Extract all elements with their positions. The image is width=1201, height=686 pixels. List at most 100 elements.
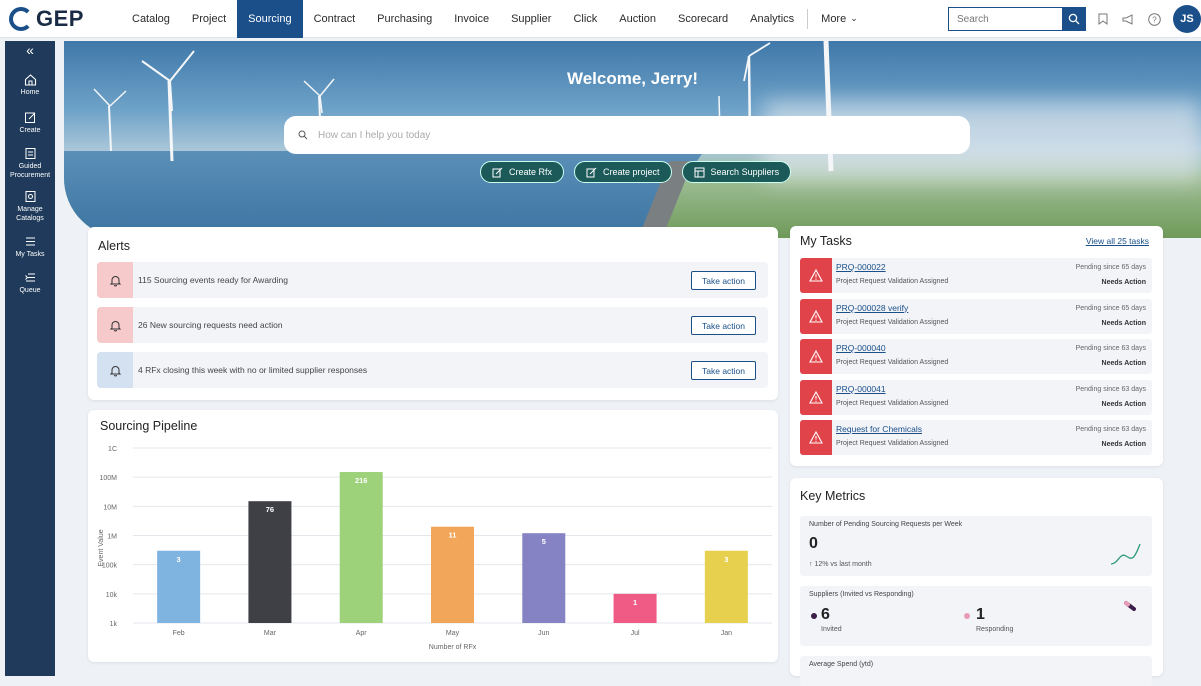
task-pending: Pending since 63 days bbox=[1075, 426, 1146, 433]
supplier-donut-icon bbox=[1124, 601, 1136, 611]
sidebar-item-manage-catalogs[interactable]: Manage Catalogs bbox=[5, 190, 55, 223]
create-rfx-button[interactable]: Create Rfx bbox=[480, 161, 565, 183]
assistant-placeholder: How can I help you today bbox=[318, 129, 431, 141]
metric-label: Number of Pending Sourcing Requests per … bbox=[809, 521, 963, 528]
bar-value-label: 5 bbox=[542, 537, 546, 546]
task-subtitle: Project Request Validation Assigned bbox=[836, 318, 949, 326]
alert-icon-box bbox=[97, 262, 133, 298]
metric-label: Suppliers (Invited vs Responding) bbox=[809, 591, 914, 598]
alert-text: 4 RFx closing this week with no or limit… bbox=[138, 365, 368, 375]
sidebar-item-label: Home bbox=[20, 89, 40, 96]
nav-item-contract[interactable]: Contract bbox=[303, 0, 367, 38]
task-link[interactable]: PRQ-000028 verify bbox=[836, 303, 908, 313]
task-status: Needs Action bbox=[1101, 319, 1146, 327]
queue-icon bbox=[24, 273, 35, 282]
warning-icon bbox=[800, 339, 832, 374]
x-tick-label: Jun bbox=[538, 630, 549, 637]
chevron-down-icon: ⌄ bbox=[850, 13, 858, 23]
invited-dot-icon bbox=[811, 613, 817, 619]
x-tick-label: May bbox=[446, 630, 460, 637]
search-suppliers-label: Search Suppliers bbox=[710, 167, 780, 177]
collapse-sidebar-icon[interactable]: « bbox=[5, 41, 55, 61]
sidebar-item-my-tasks[interactable]: My Tasks bbox=[5, 235, 55, 259]
svg-text:?: ? bbox=[1152, 15, 1157, 24]
sidebar-item-guided-procurement[interactable]: Guided Procurement bbox=[5, 147, 55, 180]
nav-more-menu[interactable]: More ⌄ bbox=[810, 0, 869, 38]
bar-value-label: 76 bbox=[266, 505, 274, 514]
sidebar-item-create[interactable]: Create bbox=[5, 111, 55, 135]
bar-value-label: 11 bbox=[449, 531, 457, 540]
chart-bar bbox=[248, 501, 292, 623]
x-tick-label: Apr bbox=[356, 630, 368, 637]
task-subtitle: Project Request Validation Assigned bbox=[836, 399, 949, 407]
warning-icon bbox=[800, 420, 832, 455]
sidebar-item-label: My Tasks bbox=[15, 251, 45, 258]
take-action-button[interactable]: Take action bbox=[691, 316, 756, 335]
x-tick-label: Mar bbox=[264, 630, 277, 637]
task-link[interactable]: PRQ-000022 bbox=[836, 262, 886, 272]
task-pending: Pending since 63 days bbox=[1075, 345, 1146, 352]
task-link[interactable]: PRQ-000041 bbox=[836, 384, 886, 394]
supplier-grid-icon bbox=[694, 167, 705, 177]
metric-label: Average Spend (ytd) bbox=[809, 661, 874, 668]
sidebar-item-home[interactable]: Home bbox=[5, 73, 55, 97]
nav-item-auction[interactable]: Auction bbox=[608, 0, 667, 38]
nav-item-purchasing[interactable]: Purchasing bbox=[366, 0, 443, 38]
assistant-input[interactable]: How can I help you today bbox=[284, 116, 970, 154]
task-pending: Pending since 65 days bbox=[1075, 264, 1146, 271]
more-label: More bbox=[821, 12, 847, 25]
global-search-input[interactable]: Search bbox=[948, 7, 1062, 31]
create-project-button[interactable]: Create project bbox=[574, 161, 672, 183]
search-icon bbox=[298, 130, 308, 140]
pending-requests-metric: Number of Pending Sourcing Requests per … bbox=[800, 516, 1152, 576]
edit-icon bbox=[586, 167, 597, 177]
task-row: PRQ-000041 Project Request Validation Ass… bbox=[800, 379, 1152, 415]
nav-item-invoice[interactable]: Invoice bbox=[443, 0, 500, 38]
main-nav: Catalog Project Sourcing Contract Purchasing… bbox=[121, 0, 869, 38]
y-axis-label: Event Value bbox=[98, 529, 105, 566]
y-tick-label: 10k bbox=[106, 592, 118, 599]
nav-item-project[interactable]: Project bbox=[181, 0, 237, 38]
y-tick-label: 1C bbox=[108, 446, 117, 453]
bar-value-label: 1 bbox=[633, 598, 637, 607]
metric-value: 0 bbox=[809, 535, 818, 552]
search-suppliers-button[interactable]: Search Suppliers bbox=[681, 161, 792, 183]
warning-icon bbox=[800, 379, 832, 415]
nav-item-sourcing[interactable]: Sourcing bbox=[237, 0, 303, 38]
trend-sparkline-icon bbox=[1110, 543, 1141, 565]
task-pending: Pending since 65 days bbox=[1075, 304, 1146, 312]
suppliers-metric: Suppliers (Invited vs Responding) 6 Invi… bbox=[800, 586, 1152, 646]
bookmark-icon[interactable] bbox=[1096, 12, 1110, 26]
task-subtitle: Project Request Validation Assigned bbox=[836, 440, 949, 447]
gep-logo[interactable]: GEP bbox=[9, 6, 109, 32]
my-tasks-card: My Tasks View all 25 tasks PRQ-000022 Pro… bbox=[790, 226, 1163, 466]
nav-item-click[interactable]: Click bbox=[562, 0, 608, 38]
logo-text: GEP bbox=[36, 5, 84, 31]
y-tick-label: 10M bbox=[103, 504, 117, 511]
responding-dot-icon bbox=[964, 613, 970, 619]
task-link[interactable]: Request for Chemicals bbox=[836, 424, 922, 434]
search-button[interactable] bbox=[1062, 7, 1086, 31]
alert-row: 4 RFx closing this week with no or limit… bbox=[97, 352, 768, 388]
take-action-button[interactable]: Take action bbox=[691, 361, 756, 380]
nav-item-analytics[interactable]: Analytics bbox=[739, 0, 805, 38]
nav-item-catalog[interactable]: Catalog bbox=[121, 0, 181, 38]
bar-value-label: 3 bbox=[177, 555, 181, 564]
metric-delta: ↑ 12% vs last month bbox=[809, 561, 872, 568]
help-icon[interactable]: ? bbox=[1147, 12, 1161, 26]
chart-bar bbox=[431, 526, 474, 623]
y-tick-label: 1M bbox=[107, 534, 117, 541]
announcement-icon[interactable] bbox=[1121, 12, 1135, 26]
alert-row: 26 New sourcing requests need action Take… bbox=[97, 307, 768, 343]
sidebar-item-queue[interactable]: Queue bbox=[5, 271, 55, 295]
nav-item-supplier[interactable]: Supplier bbox=[500, 0, 562, 38]
create-rfx-label: Create Rfx bbox=[509, 167, 553, 177]
user-avatar[interactable]: JS bbox=[1173, 5, 1201, 33]
task-link[interactable]: PRQ-000040 bbox=[836, 343, 886, 353]
task-status: Needs Action bbox=[1101, 360, 1146, 367]
manage-catalogs-icon bbox=[25, 191, 35, 202]
task-row: PRQ-000022 Project Request Validation Ass… bbox=[800, 258, 1152, 293]
take-action-button[interactable]: Take action bbox=[691, 271, 756, 290]
nav-item-scorecard[interactable]: Scorecard bbox=[667, 0, 739, 38]
view-all-tasks-link[interactable]: View all 25 tasks bbox=[1086, 236, 1149, 246]
